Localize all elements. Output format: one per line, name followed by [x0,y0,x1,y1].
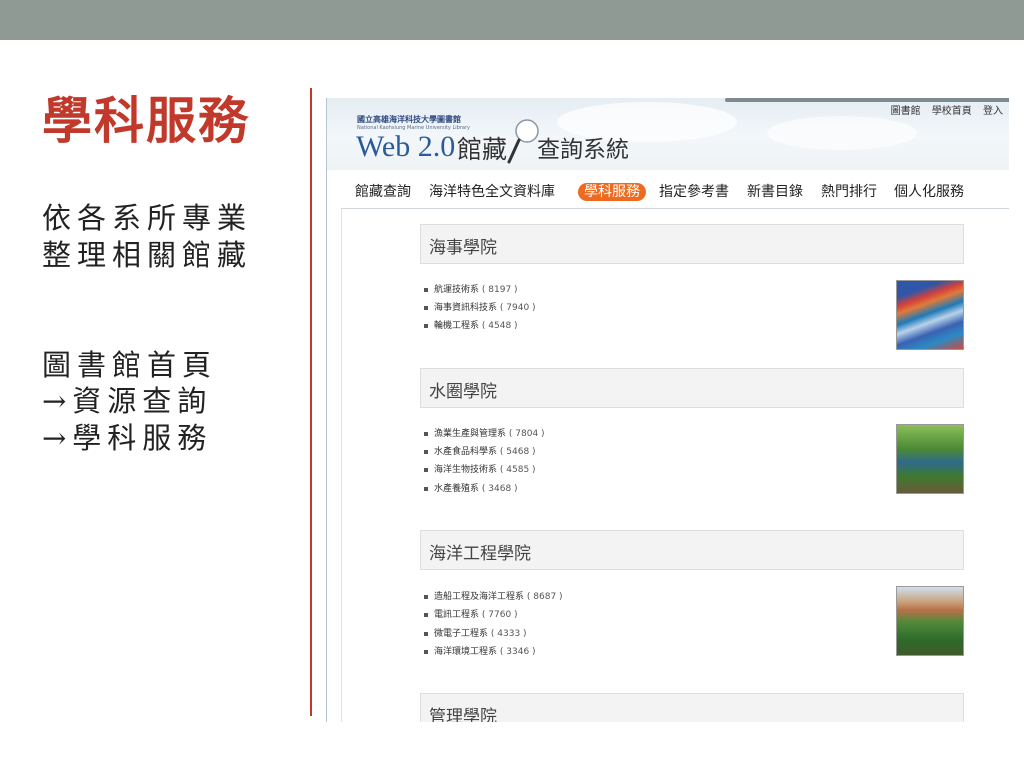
top-links: 圖書館 學校首頁 登入 [883,102,1003,117]
department-link[interactable]: 航運技術系 ( 8197 ) [424,282,518,295]
nav-item-popular-ranking[interactable]: 熱門排行 [821,183,877,201]
path-line: 圖書館首頁 [42,347,218,382]
top-link-login[interactable]: 登入 [983,106,1003,117]
college-photo [896,280,964,350]
path-line: →資源查詢 [42,384,213,419]
main-nav: 館藏查詢 海洋特色全文資料庫 學科服務 指定參考書 新書目錄 熱門排行 個人化服… [341,178,1009,209]
department-link[interactable]: 海事資訊科技系 ( 7940 ) [424,300,536,313]
department-link[interactable]: 海洋環境工程系 ( 3346 ) [424,644,536,657]
body-line: 依各系所專業 [42,201,253,235]
college-header[interactable]: 水圈學院 [420,368,964,408]
nav-item-subject-service[interactable]: 學科服務 [578,183,646,201]
site-banner: 圖書館 學校首頁 登入 國立高雄海洋科技大學圖書館 National Kaohs… [327,98,1009,170]
slide-body: 依各系所專業 整理相關館藏 圖書館首頁 →資源查詢 →學科服務 [42,200,292,457]
college-header[interactable]: 海事學院 [420,224,964,264]
slide-title: 學科服務 [42,91,250,150]
logo-web-text: Web 2.0 [356,130,456,163]
nav-item-personal-service[interactable]: 個人化服務 [894,183,964,201]
college-header[interactable]: 管理學院 [420,693,964,722]
department-link[interactable]: 海洋生物技術系 ( 4585 ) [424,462,536,475]
department-link[interactable]: 電訊工程系 ( 7760 ) [424,607,518,620]
logo-search-system-text: 查詢系統 [537,137,629,163]
department-link[interactable]: 微電子工程系 ( 4333 ) [424,626,527,639]
nav-item-collection-search[interactable]: 館藏查詢 [355,183,411,201]
top-link-library[interactable]: 圖書館 [891,106,921,117]
content-area: 海事學院 航運技術系 ( 8197 ) 海事資訊科技系 ( 7940 ) 輪機工… [341,209,1009,722]
vertical-divider [310,88,312,716]
nav-item-reserved-books[interactable]: 指定參考書 [659,183,729,201]
department-link[interactable]: 輪機工程系 ( 4548 ) [424,318,518,331]
library-name: 國立高雄海洋科技大學圖書館 [357,115,461,124]
nav-item-ocean-fulltext-db[interactable]: 海洋特色全文資料庫 [429,183,555,201]
department-link[interactable]: 水產養殖系 ( 3468 ) [424,481,518,494]
body-line: 整理相關館藏 [42,237,253,272]
department-link[interactable]: 水產食品科學系 ( 5468 ) [424,444,536,457]
college-photo [896,586,964,656]
college-header[interactable]: 海洋工程學院 [420,530,964,570]
library-screenshot: 圖書館 學校首頁 登入 國立高雄海洋科技大學圖書館 National Kaohs… [326,98,1009,722]
nav-item-new-books[interactable]: 新書目錄 [747,183,803,201]
top-link-school-home[interactable]: 學校首頁 [932,106,972,117]
department-link[interactable]: 造船工程及海洋工程系 ( 8687 ) [424,589,563,602]
slide-top-bar [0,0,1024,40]
department-link[interactable]: 漁業生產與管理系 ( 7804 ) [424,426,545,439]
path-line: →學科服務 [42,421,213,456]
logo-collection-text: 館藏 [457,135,508,164]
college-photo [896,424,964,494]
